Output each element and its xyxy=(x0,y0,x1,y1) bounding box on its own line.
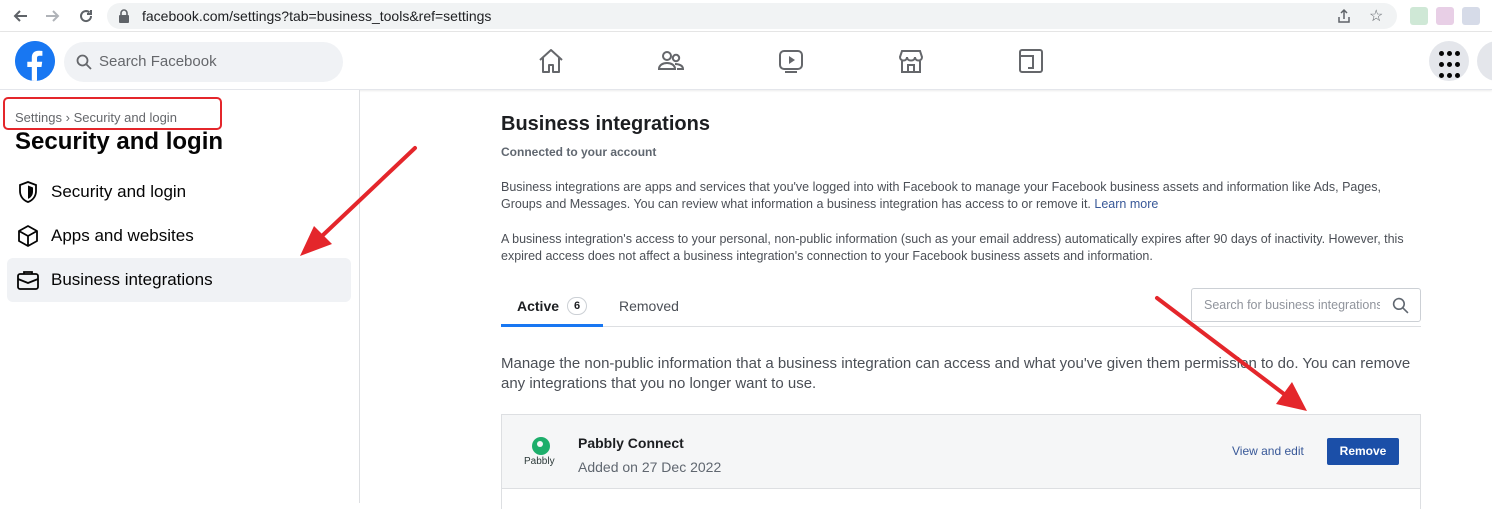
remove-button[interactable]: Remove xyxy=(1327,438,1399,465)
breadcrumb-settings[interactable]: Settings xyxy=(15,110,62,125)
expiry-paragraph: A business integration's access to your … xyxy=(501,232,1404,263)
marketplace-icon[interactable] xyxy=(897,47,925,75)
address-bar[interactable]: facebook.com/settings?tab=business_tools… xyxy=(107,3,1397,29)
lock-icon xyxy=(118,9,130,28)
search-placeholder: Search for business integrations xyxy=(1204,298,1380,312)
sidebar-item-label: Business integrations xyxy=(51,270,213,289)
tab-count-badge: 6 xyxy=(567,297,587,315)
pabbly-logo-text: Pabbly xyxy=(524,456,555,467)
breadcrumb-current: Security and login xyxy=(73,110,177,125)
next-integration-row xyxy=(501,489,1421,509)
sidebar-item-business-integrations[interactable]: Business integrations xyxy=(7,258,351,302)
account-button[interactable] xyxy=(1477,41,1492,81)
integration-name: Pabbly Connect xyxy=(578,435,684,451)
sidebar-item-apps-and-websites[interactable]: Apps and websites xyxy=(7,214,351,258)
back-arrow-icon[interactable] xyxy=(9,5,31,27)
page-subtitle: Connected to your account xyxy=(501,145,657,159)
url-text: facebook.com/settings?tab=business_tools… xyxy=(142,8,492,24)
reload-icon[interactable] xyxy=(75,5,97,27)
facebook-header: Search Facebook xyxy=(0,32,1492,90)
menu-grid-button[interactable] xyxy=(1429,41,1469,81)
dot xyxy=(1455,73,1460,78)
briefcase-icon xyxy=(16,268,40,292)
sidebar-item-security-and-login[interactable]: Security and login xyxy=(7,170,351,214)
watch-icon[interactable] xyxy=(777,47,805,75)
extension-icon[interactable] xyxy=(1410,7,1428,25)
tab-label: Active xyxy=(517,298,560,314)
integration-row: Pabbly Pabbly Connect Added on 27 Dec 20… xyxy=(501,414,1421,489)
breadcrumb-separator: › xyxy=(65,110,70,125)
extension-icon[interactable] xyxy=(1436,7,1454,25)
dot xyxy=(1439,62,1444,67)
dot xyxy=(1455,62,1460,67)
pabbly-logo: Pabbly xyxy=(524,437,558,471)
sidebar-title: Security and login xyxy=(15,128,224,155)
page-title: Business integrations xyxy=(501,113,710,135)
learn-more-link[interactable]: Learn more xyxy=(1094,197,1158,211)
search-icon xyxy=(1392,297,1409,319)
integration-search-input[interactable]: Search for business integrations xyxy=(1191,288,1421,322)
dot xyxy=(1439,51,1444,56)
gaming-icon[interactable] xyxy=(1017,47,1045,75)
tab-active[interactable]: Active 6 xyxy=(501,287,603,327)
browser-toolbar: facebook.com/settings?tab=business_tools… xyxy=(0,0,1492,32)
settings-sidebar: Settings › Security and login Security a… xyxy=(0,90,360,503)
forward-arrow-icon[interactable] xyxy=(42,5,64,27)
view-and-edit-link[interactable]: View and edit xyxy=(1232,444,1304,458)
main-content: Business integrations Connected to your … xyxy=(361,90,1492,509)
dot xyxy=(1447,62,1452,67)
description-paragraph: Business integrations are apps and servi… xyxy=(501,179,1421,213)
bookmark-star-icon[interactable]: ☆ xyxy=(1369,6,1383,26)
search-placeholder: Search Facebook xyxy=(99,53,217,70)
share-icon[interactable] xyxy=(1336,8,1352,29)
facebook-search-field[interactable]: Search Facebook xyxy=(64,42,343,82)
description-text: Business integrations are apps and servi… xyxy=(501,180,1381,211)
dot xyxy=(1439,73,1444,78)
dot xyxy=(1447,51,1452,56)
integration-added-date: Added on 27 Dec 2022 xyxy=(578,459,722,475)
pabbly-logo-mark-icon xyxy=(532,437,550,455)
dot xyxy=(1455,51,1460,56)
shield-icon xyxy=(16,180,40,204)
friends-icon[interactable] xyxy=(657,47,685,75)
sidebar-item-label: Security and login xyxy=(51,182,187,201)
cube-icon xyxy=(16,224,40,248)
sidebar-item-label: Apps and websites xyxy=(51,226,194,245)
breadcrumb: Settings › Security and login xyxy=(15,110,177,125)
extension-icon[interactable] xyxy=(1462,7,1480,25)
search-icon xyxy=(76,54,92,75)
dot xyxy=(1447,73,1452,78)
manage-description: Manage the non-public information that a… xyxy=(501,355,1411,392)
home-icon[interactable] xyxy=(537,47,565,75)
facebook-logo-icon[interactable] xyxy=(15,41,55,81)
tab-label: Removed xyxy=(619,298,679,314)
